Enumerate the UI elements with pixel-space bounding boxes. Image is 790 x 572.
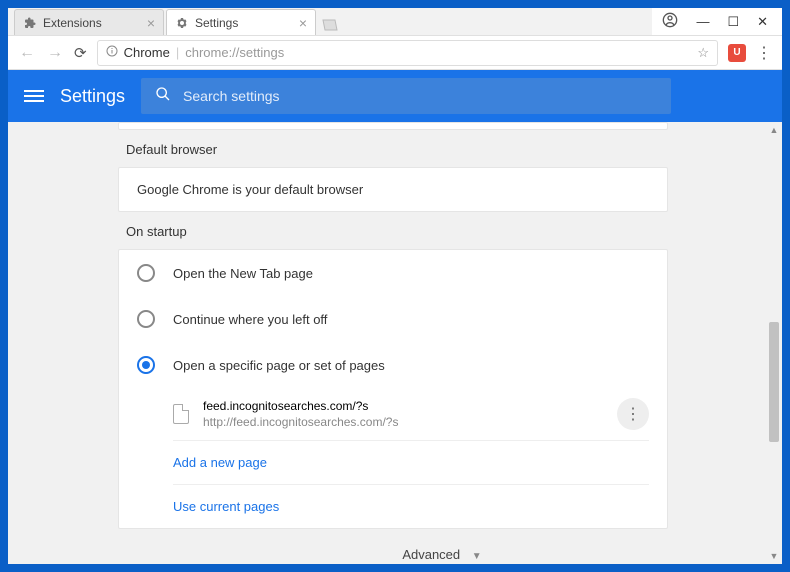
previous-card-edge [118, 122, 668, 130]
section-title-default-browser: Default browser [126, 142, 766, 157]
forward-button: → [46, 44, 64, 62]
url-text: chrome://settings [185, 45, 284, 60]
extension-badge-icon[interactable]: U [728, 44, 746, 62]
startup-page-entry: feed.incognitosearches.com/?s http://fee… [119, 388, 667, 440]
browser-window: Extensions × Settings × — ☐ ✕ ← [8, 8, 782, 564]
scroll-thumb[interactable] [769, 322, 779, 442]
radio-label: Open a specific page or set of pages [173, 358, 385, 373]
default-browser-card: Google Chrome is your default browser [118, 167, 668, 212]
radio-icon [137, 310, 155, 328]
scroll-down-icon[interactable]: ▼ [766, 548, 782, 564]
radio-icon [137, 264, 155, 282]
radio-label: Continue where you left off [173, 312, 327, 327]
address-bar: ← → ⟳ Chrome | chrome://settings ☆ U ⋮ [8, 36, 782, 70]
scrollbar[interactable]: ▲ ▼ [766, 122, 782, 564]
page-title: Settings [60, 86, 125, 107]
page-icon [173, 404, 189, 424]
startup-option-specific[interactable]: Open a specific page or set of pages [119, 342, 667, 388]
browser-menu-button[interactable]: ⋮ [756, 43, 772, 63]
gear-icon [175, 16, 189, 30]
chevron-down-icon: ▼ [472, 551, 482, 562]
advanced-toggle[interactable]: Advanced ▼ [118, 529, 766, 564]
titlebar: Extensions × Settings × — ☐ ✕ [8, 8, 782, 36]
search-icon [155, 86, 171, 107]
default-browser-message: Google Chrome is your default browser [137, 182, 363, 197]
section-title-startup: On startup [126, 224, 766, 239]
tab-settings[interactable]: Settings × [166, 9, 316, 35]
new-tab-button[interactable] [318, 15, 342, 35]
startup-page-title: feed.incognitosearches.com/?s [203, 399, 603, 413]
search-input[interactable] [183, 88, 657, 104]
site-info-icon[interactable] [106, 45, 118, 60]
close-icon[interactable]: × [147, 15, 155, 31]
tabs-strip: Extensions × Settings × [8, 8, 652, 35]
maximize-button[interactable]: ☐ [727, 14, 739, 30]
radio-selected-icon [137, 356, 155, 374]
profile-avatar-icon[interactable] [662, 12, 678, 31]
startup-card: Open the New Tab page Continue where you… [118, 249, 668, 529]
tab-label: Extensions [43, 16, 102, 30]
close-button[interactable]: ✕ [757, 14, 768, 30]
window-controls: — ☐ ✕ [652, 8, 782, 35]
radio-label: Open the New Tab page [173, 266, 313, 281]
close-icon[interactable]: × [299, 15, 307, 31]
settings-body: Default browser Google Chrome is your de… [8, 122, 782, 564]
site-label: Chrome [124, 45, 170, 60]
bookmark-star-icon[interactable]: ☆ [697, 45, 709, 61]
startup-option-newtab[interactable]: Open the New Tab page [119, 250, 667, 296]
use-current-pages-link[interactable]: Use current pages [119, 485, 667, 528]
minimize-button[interactable]: — [696, 14, 709, 29]
tab-label: Settings [195, 16, 238, 30]
puzzle-icon [23, 16, 37, 30]
content-area: Settings Default browser Google Chrome i… [8, 70, 782, 564]
page-more-button[interactable]: ⋮ [617, 398, 649, 430]
startup-option-continue[interactable]: Continue where you left off [119, 296, 667, 342]
settings-header: Settings [8, 70, 782, 122]
startup-page-url: http://feed.incognitosearches.com/?s [203, 415, 603, 429]
search-settings-box[interactable] [141, 78, 671, 114]
back-button[interactable]: ← [18, 44, 36, 62]
omnibox[interactable]: Chrome | chrome://settings ☆ [97, 40, 718, 66]
reload-button[interactable]: ⟳ [74, 44, 87, 62]
tab-extensions[interactable]: Extensions × [14, 9, 164, 35]
scroll-up-icon[interactable]: ▲ [766, 122, 782, 138]
menu-icon[interactable] [24, 86, 44, 106]
add-new-page-link[interactable]: Add a new page [119, 441, 667, 484]
